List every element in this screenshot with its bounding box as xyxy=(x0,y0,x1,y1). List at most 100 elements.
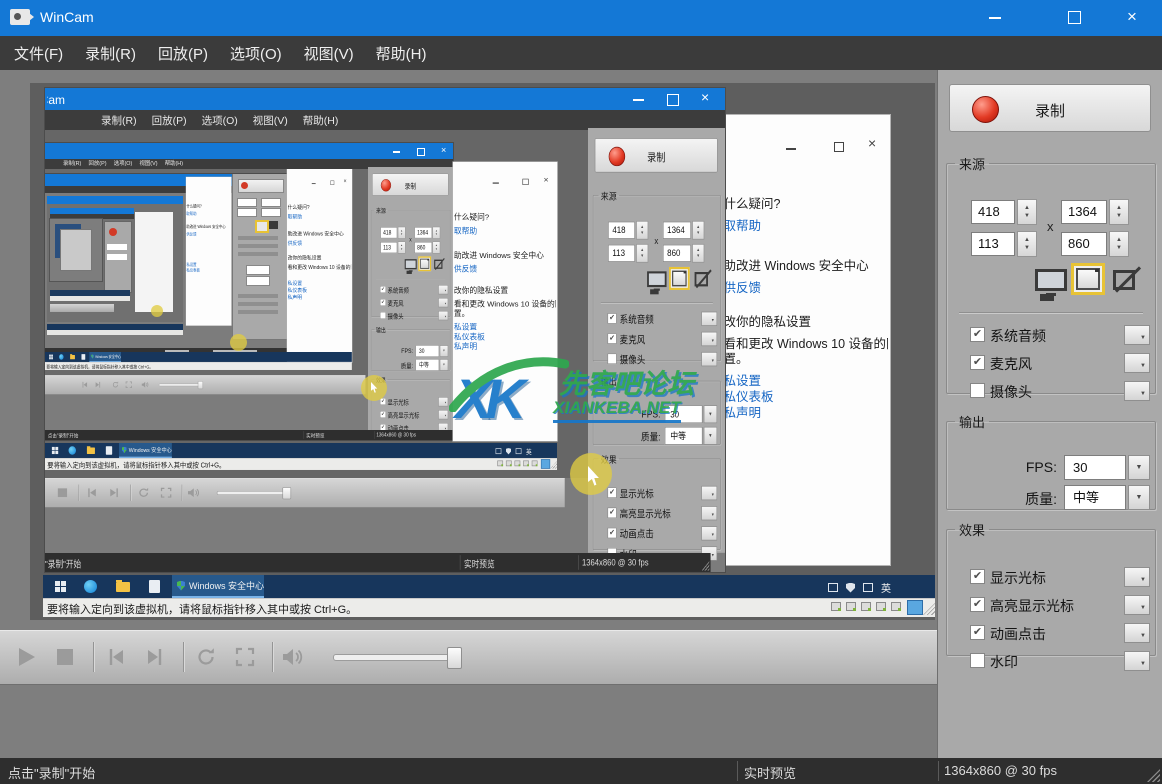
source-y-stepper[interactable]: ▲ ▼ xyxy=(1017,231,1037,257)
control-panel: 录制 来源 418 ▲ ▼ x 1364 ▲ ▼ 113 ▲ ▼ 860 ▲ ▼ ✔ 系… xyxy=(937,70,1162,758)
minimize-icon[interactable] xyxy=(633,99,644,101)
skip-start-icon[interactable] xyxy=(104,645,128,669)
stop-icon[interactable] xyxy=(53,645,77,669)
quality-label: 质量: xyxy=(1025,491,1057,507)
menu-help[interactable]: 帮助(H) xyxy=(303,113,339,128)
volume-slider-track[interactable] xyxy=(333,654,453,661)
quality-select[interactable]: 中等 xyxy=(1064,485,1126,510)
fps-label: FPS: xyxy=(1025,459,1057,475)
watermark-checkbox[interactable] xyxy=(970,653,985,668)
divider xyxy=(959,312,1143,313)
nested-playback-bar xyxy=(45,478,565,508)
start-icon xyxy=(55,581,66,592)
vbox-message: 要将输入定向到该虚拟机，请将鼠标指针移入其中或按 Ctrl+G。 xyxy=(47,604,358,616)
vbox-device-icons xyxy=(831,602,901,611)
taskbar-task-security: Windows 安全中心 xyxy=(172,575,264,598)
close-icon[interactable]: × xyxy=(868,135,876,151)
loop-icon[interactable] xyxy=(194,645,218,669)
capture-fullscreen-icon[interactable] xyxy=(1035,269,1067,296)
maximize-icon[interactable] xyxy=(667,94,679,106)
webcam-checkbox[interactable] xyxy=(970,383,985,398)
feedback-link[interactable]: 提供反馈 xyxy=(724,277,761,296)
record-button[interactable]: 录制 xyxy=(949,84,1151,132)
fps-select[interactable]: 30 xyxy=(1064,455,1126,480)
webcam-label: 摄像头 xyxy=(990,384,1032,400)
menu-view[interactable]: 视图(V) xyxy=(253,113,288,128)
maximize-button[interactable] xyxy=(1051,0,1097,36)
defender-shield-icon xyxy=(177,580,185,591)
system-audio-checkbox[interactable]: ✔ xyxy=(970,327,985,342)
close-icon[interactable]: × xyxy=(701,89,709,105)
security-window: × 有什么疑问? 获取帮助 帮助改进 Windows 安全中心 提供反馈 更改你… xyxy=(722,115,890,565)
close-button[interactable]: × xyxy=(1109,0,1155,36)
minimize-button[interactable] xyxy=(972,0,1018,36)
menu-playback[interactable]: 回放(P) xyxy=(152,113,187,128)
menu-options[interactable]: 选项(O) xyxy=(230,43,282,64)
privacy-statement-link[interactable]: 隐私声明 xyxy=(724,402,761,421)
nested-wincam-window-2: × 录制(R) 回放(P) 选项(O) 视图(V) 帮助(H) 什么疑问? 取帮… xyxy=(45,142,454,441)
maximize-icon[interactable] xyxy=(834,142,844,152)
source-x-stepper[interactable]: ▲ ▼ xyxy=(1017,199,1037,225)
play-icon[interactable] xyxy=(14,645,38,669)
nested-preview: × 录制(R) 回放(P) 选项(O) 视图(V) 帮助(H) 什么疑问? 取帮… xyxy=(45,130,588,478)
record-button[interactable]: 录制 xyxy=(594,138,718,173)
menu-options[interactable]: 选项(O) xyxy=(202,113,238,128)
capture-window-icon[interactable] xyxy=(1071,263,1105,295)
watermark-dropdown[interactable]: ▼ xyxy=(1124,651,1150,671)
nested-security-window: × 有什么疑问? 获取帮助 帮助改进 Windows 安全中心 提供反馈 更改你… xyxy=(453,162,558,441)
source-width-input[interactable]: 1364 xyxy=(1061,200,1107,224)
menu-view[interactable]: 视图(V) xyxy=(304,43,354,64)
click-highlight xyxy=(151,305,163,317)
volume-icon[interactable] xyxy=(280,645,304,669)
output-group-label: 输出 xyxy=(959,415,986,430)
source-width-stepper[interactable]: ▲ ▼ xyxy=(1109,199,1129,225)
highlight-cursor-dropdown[interactable]: ▼ xyxy=(1124,595,1150,615)
live-preview: × 有什么疑问? 获取帮助 帮助改进 Windows 安全中心 提供反馈 更改你… xyxy=(30,83,935,620)
security-question: 有什么疑问? xyxy=(724,197,781,211)
source-height-stepper[interactable]: ▲ ▼ xyxy=(1109,231,1129,257)
nested-title-bar: WinCam × xyxy=(45,88,725,110)
resize-grip xyxy=(923,603,935,615)
nested-status-bar: 点击"录制"开始 实时预览 1364x860 @ 30 fps xyxy=(45,553,711,572)
privacy-title: 更改你的隐私设置 xyxy=(724,315,812,329)
microphone-dropdown[interactable]: ▼ xyxy=(1124,353,1150,373)
status-resolution: 1364x860 @ 30 fps xyxy=(944,763,1057,778)
webcam-dropdown[interactable]: ▼ xyxy=(1124,381,1150,401)
resize-grip[interactable] xyxy=(1147,769,1160,782)
system-tray: 英 xyxy=(828,580,891,595)
menu-record[interactable]: 录制(R) xyxy=(101,113,137,128)
edge-icon xyxy=(84,580,97,593)
volume-slider-thumb[interactable] xyxy=(447,647,462,669)
divider xyxy=(272,642,273,672)
menu-file[interactable]: 文件(F) xyxy=(14,43,63,64)
system-audio-dropdown[interactable]: ▼ xyxy=(1124,325,1150,345)
animate-clicks-dropdown[interactable]: ▼ xyxy=(1124,623,1150,643)
show-cursor-checkbox[interactable]: ✔ xyxy=(970,569,985,584)
nested-wincam-window: WinCam × 录制(R) 回放(P) 选项(O) 视图(V) 帮助(H) xyxy=(44,87,726,573)
nested-taskbar: Windows 安全中心 xyxy=(45,352,352,362)
explorer-icon xyxy=(116,580,130,592)
nested-title-bar: × xyxy=(45,143,453,159)
fps-select-arrow[interactable]: ▼ xyxy=(1128,455,1150,480)
show-cursor-dropdown[interactable]: ▼ xyxy=(1124,567,1150,587)
ime-indicator: 英 xyxy=(881,584,891,595)
animate-clicks-checkbox[interactable]: ✔ xyxy=(970,625,985,640)
source-x-input[interactable]: 418 xyxy=(971,200,1015,224)
wincam-app: WinCam × 文件(F) 录制(R) 回放(P) 选项(O) 视图(V) 帮… xyxy=(0,0,1162,784)
source-y-input[interactable]: 113 xyxy=(971,232,1015,256)
menu-record[interactable]: 录制(R) xyxy=(85,43,136,64)
capture-region-icon[interactable] xyxy=(1113,266,1141,292)
menu-help[interactable]: 帮助(H) xyxy=(376,43,427,64)
quality-select-arrow[interactable]: ▼ xyxy=(1128,485,1150,510)
highlight-cursor-checkbox[interactable]: ✔ xyxy=(970,597,985,612)
nested-playback-bar-2 xyxy=(45,375,366,395)
microphone-checkbox[interactable]: ✔ xyxy=(970,355,985,370)
fullscreen-icon[interactable] xyxy=(233,645,257,669)
minimize-icon[interactable] xyxy=(786,148,796,150)
menu-playback[interactable]: 回放(P) xyxy=(158,43,208,64)
get-help-link[interactable]: 获取帮助 xyxy=(724,215,761,234)
highlight-cursor-label: 高亮显示光标 xyxy=(990,598,1074,614)
app-title: WinCam xyxy=(40,9,94,25)
source-height-input[interactable]: 860 xyxy=(1061,232,1107,256)
skip-end-icon[interactable] xyxy=(143,645,167,669)
